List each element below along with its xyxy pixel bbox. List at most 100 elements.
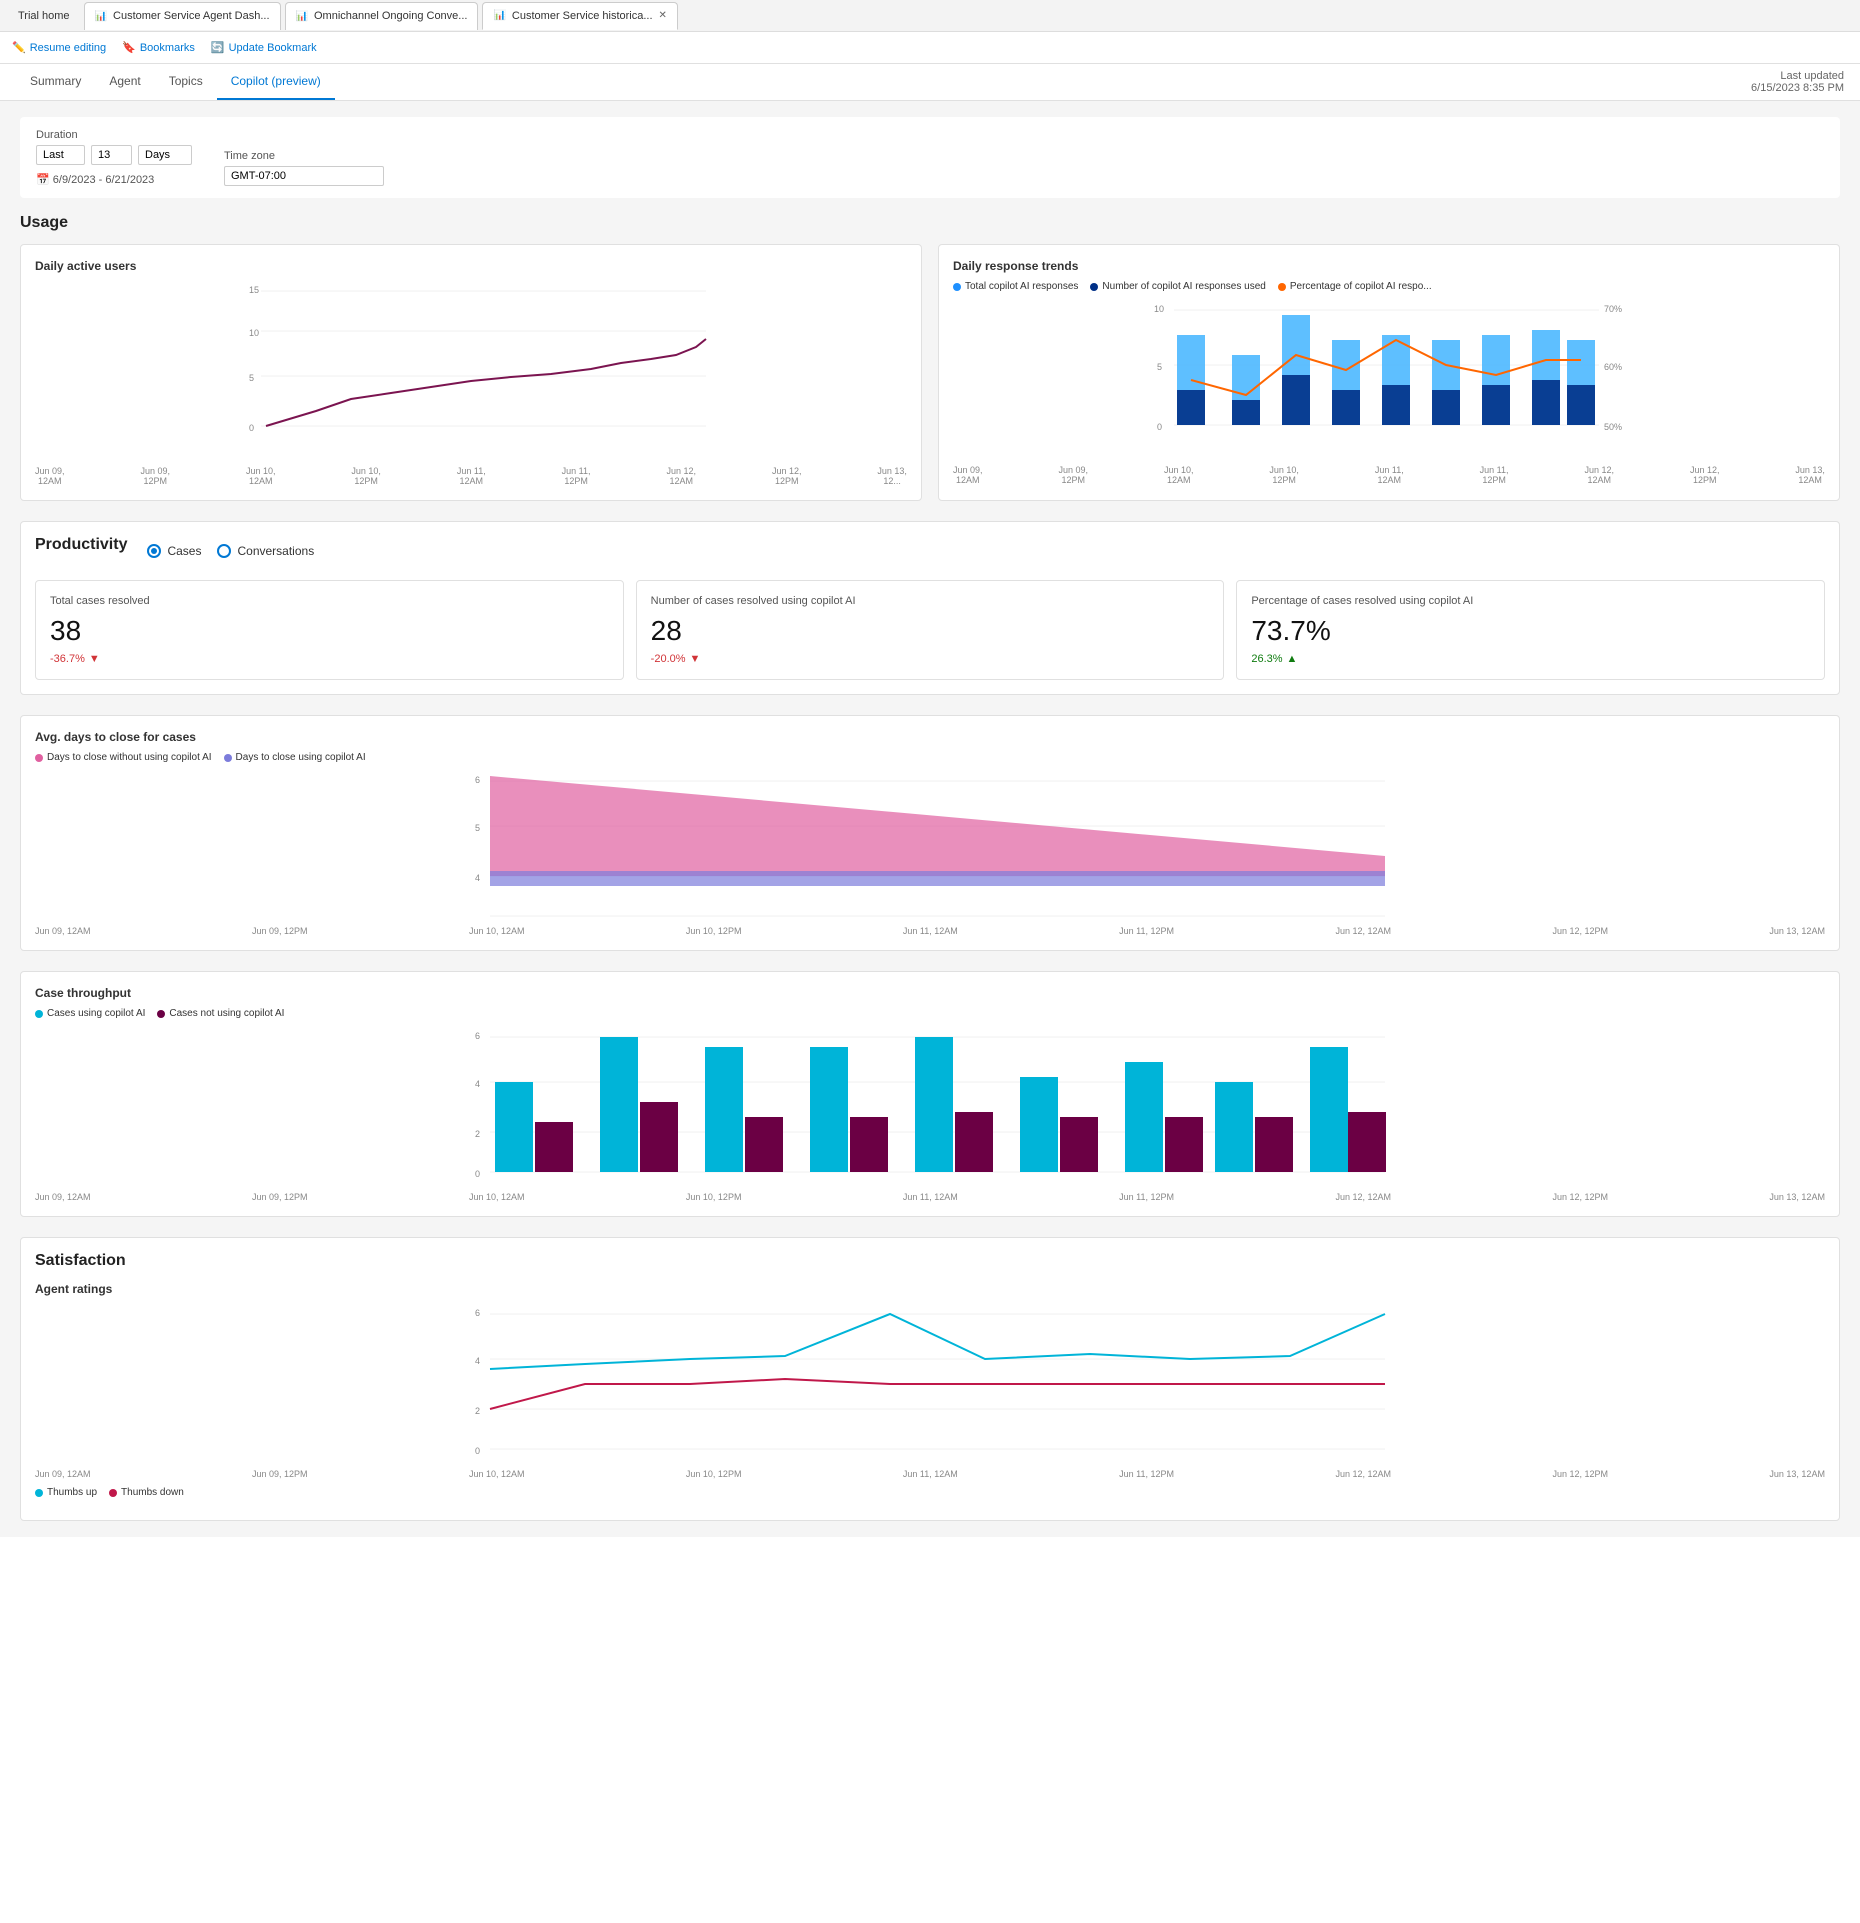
metric-total-cases-label: Total cases resolved xyxy=(50,595,609,607)
period-unit-select[interactable]: Days xyxy=(138,145,192,165)
metric-pct-copilot-label: Percentage of cases resolved using copil… xyxy=(1251,595,1810,607)
tab-cshistorical[interactable]: 📊 Customer Service historica... ✕ xyxy=(482,2,677,30)
case-throughput-card: Case throughput Cases using copilot AI C… xyxy=(20,971,1840,1217)
productivity-radio-group: Cases Conversations xyxy=(147,544,314,558)
svg-text:5: 5 xyxy=(475,823,480,833)
metric-cases-copilot-value: 28 xyxy=(651,615,1210,647)
legend-thumbs-up: Thumbs up xyxy=(35,1487,97,1498)
last-updated: Last updated 6/15/2023 8:35 PM xyxy=(1751,70,1844,94)
filters-row: Duration Last 13 Days 📅 6/9/2023 - 6/21/… xyxy=(20,117,1840,198)
legend-dot-using xyxy=(35,1010,43,1018)
svg-text:2: 2 xyxy=(475,1406,480,1416)
legend-dot-thumbsup xyxy=(35,1489,43,1497)
legend-dot-used xyxy=(1090,283,1098,291)
metric-cases-copilot-change: -20.0% ▼ xyxy=(651,653,1210,665)
metric-cases-copilot: Number of cases resolved using copilot A… xyxy=(636,580,1225,680)
period-type-select[interactable]: Last xyxy=(36,145,85,165)
svg-text:60%: 60% xyxy=(1604,362,1622,372)
period-value-select[interactable]: 13 xyxy=(91,145,132,165)
tab-agent[interactable]: Agent xyxy=(95,64,154,100)
svg-text:4: 4 xyxy=(475,1079,480,1089)
tab-trial[interactable]: Trial home xyxy=(8,6,80,26)
productivity-header: Productivity Cases Conversations xyxy=(35,536,1825,566)
svg-text:6: 6 xyxy=(475,775,480,785)
tab-csagent[interactable]: 📊 Customer Service Agent Dash... xyxy=(84,2,281,30)
radio-cases[interactable]: Cases xyxy=(147,544,201,558)
radio-circle-cases xyxy=(147,544,161,558)
radio-circle-conversations xyxy=(217,544,231,558)
resume-editing-button[interactable]: ✏️ Resume editing xyxy=(12,41,106,54)
daily-active-users-card: Daily active users 15 10 5 0 xyxy=(20,244,922,501)
response-trends-x-labels: Jun 09,12AM Jun 09,12PM Jun 10,12AM Jun … xyxy=(953,465,1825,485)
daily-active-users-chart: 15 10 5 0 xyxy=(35,281,907,461)
down-arrow-icon: ▼ xyxy=(89,653,100,665)
refresh-icon: 🔄 xyxy=(211,41,225,54)
case-throughput-chart: 6 4 2 0 xyxy=(35,1027,1825,1187)
svg-text:6: 6 xyxy=(475,1031,480,1041)
svg-text:10: 10 xyxy=(1154,304,1164,314)
response-trends-chart: 10 5 0 70% 60% 50% xyxy=(953,300,1825,460)
agent-ratings-legend: Thumbs up Thumbs down xyxy=(35,1487,1825,1498)
tab-close-cshistorical[interactable]: ✕ xyxy=(659,10,667,21)
timezone-inputs: GMT-07:00 xyxy=(224,166,384,186)
tab-topics[interactable]: Topics xyxy=(155,64,217,100)
metric-total-cases-value: 38 xyxy=(50,615,609,647)
calendar-icon: 📅 xyxy=(36,174,50,186)
radio-conversations[interactable]: Conversations xyxy=(217,544,314,558)
bookmarks-button[interactable]: 🔖 Bookmarks xyxy=(122,41,195,54)
legend-dot-thumbsdown xyxy=(109,1489,117,1497)
toolbar: ✏️ Resume editing 🔖 Bookmarks 🔄 Update B… xyxy=(0,32,1860,64)
svg-text:2: 2 xyxy=(475,1129,480,1139)
legend-dot-pct xyxy=(1278,283,1286,291)
satisfaction-x-labels: Jun 09, 12AM Jun 09, 12PM Jun 10, 12AM J… xyxy=(35,1469,1825,1479)
timezone-select[interactable]: GMT-07:00 xyxy=(224,166,384,186)
legend-dot-no-copilot xyxy=(35,754,43,762)
tab-icon-cshistorical: 📊 xyxy=(493,10,505,21)
svg-text:5: 5 xyxy=(249,373,254,383)
legend-thumbs-down: Thumbs down xyxy=(109,1487,184,1498)
main-content: Duration Last 13 Days 📅 6/9/2023 - 6/21/… xyxy=(0,101,1860,1537)
daily-response-trends-title: Daily response trends xyxy=(953,259,1825,273)
svg-text:0: 0 xyxy=(1157,422,1162,432)
legend-dot-not-using xyxy=(157,1010,165,1018)
agent-ratings-chart: 6 4 2 0 xyxy=(35,1304,1825,1464)
productivity-title: Productivity xyxy=(35,536,127,554)
case-throughput-title: Case throughput xyxy=(35,986,1825,1000)
metric-pct-copilot-value: 73.7% xyxy=(1251,615,1810,647)
edit-icon: ✏️ xyxy=(12,41,26,54)
nav-tabs-left: Summary Agent Topics Copilot (preview) xyxy=(16,64,335,100)
legend-not-using-copilot: Cases not using copilot AI xyxy=(157,1008,284,1019)
legend-total-copilot: Total copilot AI responses xyxy=(953,281,1078,292)
legend-no-copilot: Days to close without using copilot AI xyxy=(35,752,212,763)
case-throughput-x-labels: Jun 09, 12AM Jun 09, 12PM Jun 10, 12AM J… xyxy=(35,1192,1825,1202)
legend-pct: Percentage of copilot AI respo... xyxy=(1278,281,1432,292)
response-trends-chart-wrapper: 10 5 0 70% 60% 50% xyxy=(953,300,1825,463)
productivity-section: Productivity Cases Conversations Total c… xyxy=(20,521,1840,695)
tab-summary[interactable]: Summary xyxy=(16,64,95,100)
tab-copilot[interactable]: Copilot (preview) xyxy=(217,64,335,100)
avg-days-legend: Days to close without using copilot AI D… xyxy=(35,752,1825,763)
svg-text:6: 6 xyxy=(475,1308,480,1318)
browser-tabs: Trial home 📊 Customer Service Agent Dash… xyxy=(0,0,1860,32)
update-bookmark-button[interactable]: 🔄 Update Bookmark xyxy=(211,41,317,54)
metric-pct-copilot-change: 26.3% ▲ xyxy=(1251,653,1810,665)
metric-total-cases-change: -36.7% ▼ xyxy=(50,653,609,665)
svg-text:4: 4 xyxy=(475,873,480,883)
svg-text:4: 4 xyxy=(475,1356,480,1366)
legend-num-used: Number of copilot AI responses used xyxy=(1090,281,1265,292)
svg-text:70%: 70% xyxy=(1604,304,1622,314)
svg-text:0: 0 xyxy=(249,423,254,433)
agent-ratings-title: Agent ratings xyxy=(35,1282,1825,1296)
metric-cases-copilot-label: Number of cases resolved using copilot A… xyxy=(651,595,1210,607)
svg-text:50%: 50% xyxy=(1604,422,1622,432)
avg-days-title: Avg. days to close for cases xyxy=(35,730,1825,744)
tab-omni[interactable]: 📊 Omnichannel Ongoing Conve... xyxy=(285,2,479,30)
down-arrow-icon-2: ▼ xyxy=(690,653,701,665)
legend-using-copilot: Cases using copilot AI xyxy=(35,1008,145,1019)
avg-days-x-labels: Jun 09, 12AM Jun 09, 12PM Jun 10, 12AM J… xyxy=(35,926,1825,936)
avg-days-chart-card: Avg. days to close for cases Days to clo… xyxy=(20,715,1840,951)
nav-tabs-bar: Summary Agent Topics Copilot (preview) L… xyxy=(0,64,1860,101)
tab-icon-omni: 📊 xyxy=(296,11,308,22)
satisfaction-title: Satisfaction xyxy=(35,1252,1825,1270)
up-arrow-icon: ▲ xyxy=(1287,653,1298,665)
